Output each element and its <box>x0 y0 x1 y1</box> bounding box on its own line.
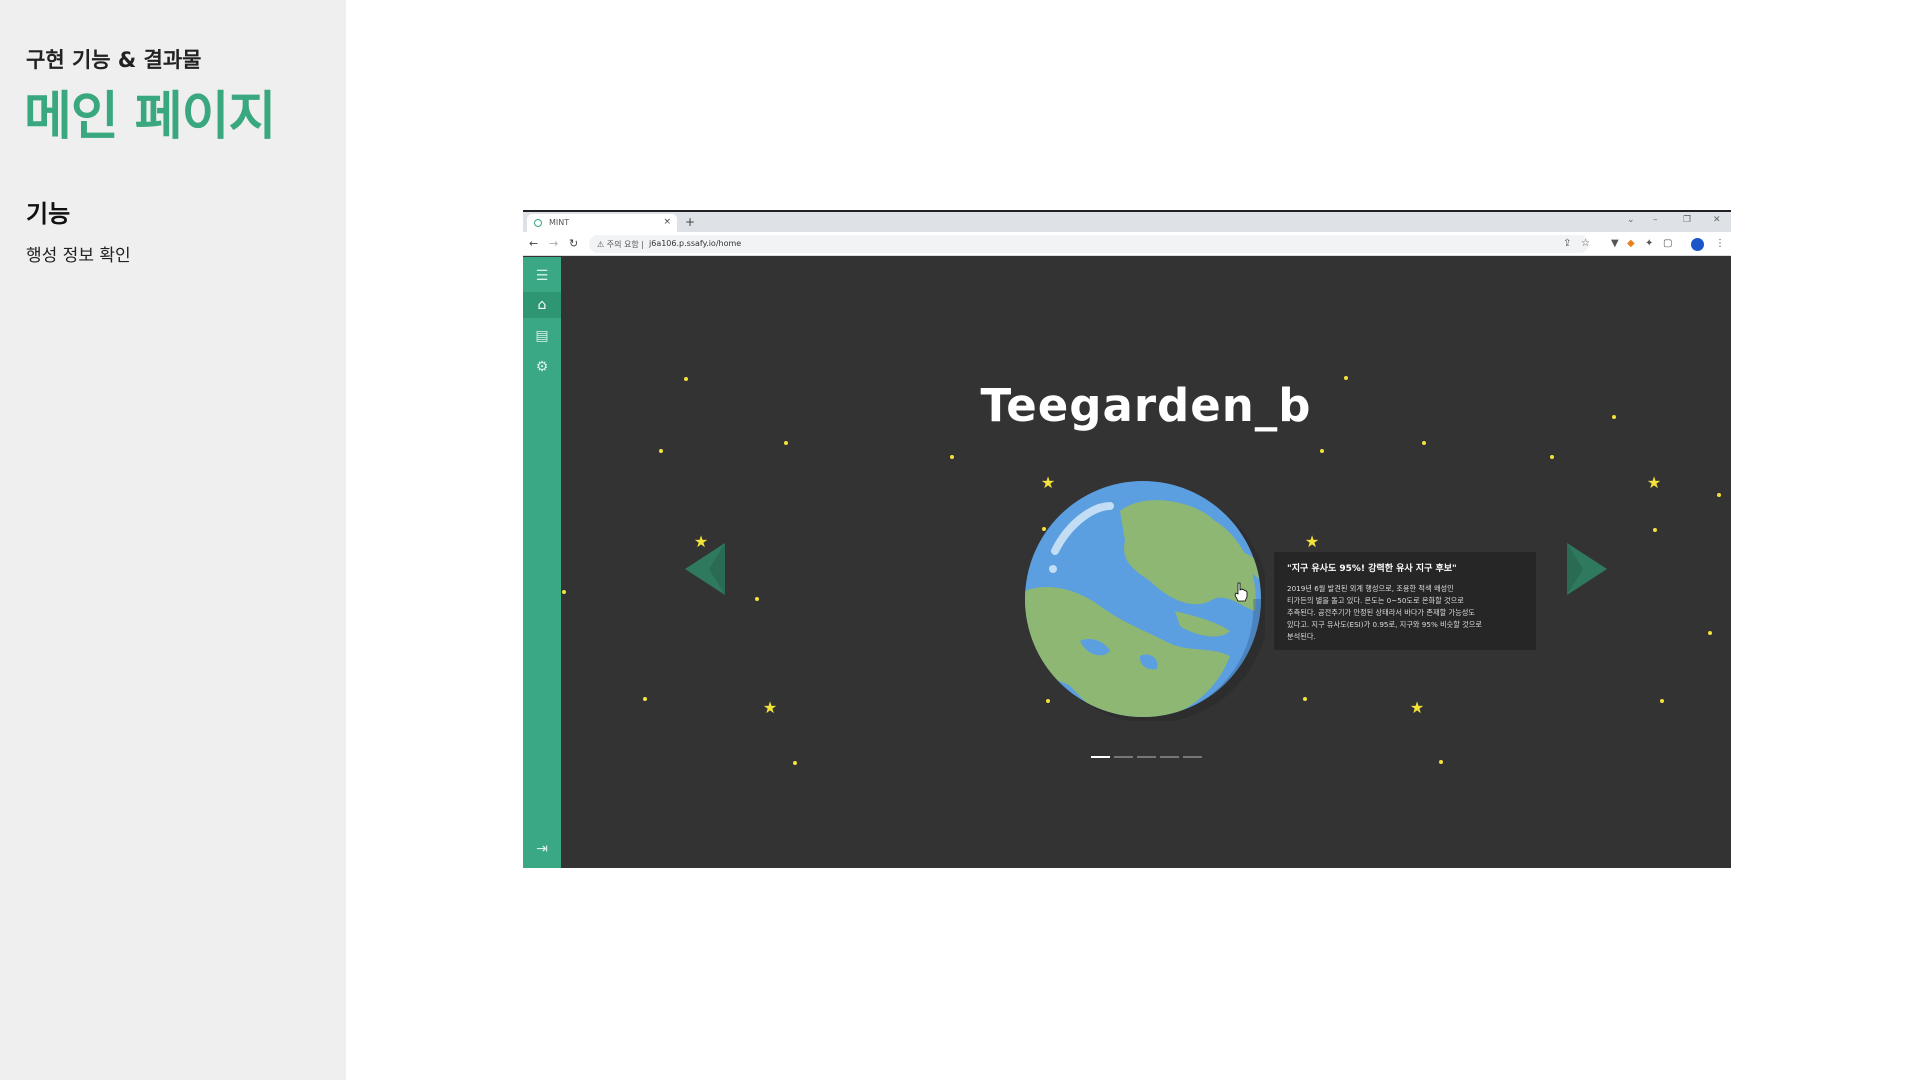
close-window-button[interactable]: ✕ <box>1713 215 1721 225</box>
share-icon[interactable]: ⇪ <box>1563 238 1571 249</box>
svg-text:★: ★ <box>763 698 777 717</box>
security-warning-label: 주의 요함 <box>606 240 639 249</box>
planet-globe[interactable] <box>1025 481 1265 721</box>
feature-heading: 기능 <box>26 200 71 228</box>
app-sidebar: ☰ ⌂ ▤ ⚙ ⇥ <box>523 257 561 868</box>
logout-icon[interactable]: ⇥ <box>533 840 551 858</box>
slide-title: 메인 페이지 <box>24 87 276 147</box>
next-planet-arrow[interactable] <box>1565 541 1609 597</box>
url-text: j6a106.p.ssafy.io/home <box>649 239 742 248</box>
minimize-button[interactable]: – <box>1653 215 1658 225</box>
planet-info-line: 있다고. 지구 유사도(ESI)가 0.95로, 지구와 95% 비슷할 것으로 <box>1287 620 1483 629</box>
carousel-dot[interactable] <box>1091 756 1110 758</box>
svg-text:★: ★ <box>1647 473 1661 492</box>
mint-app: ☰ ⌂ ▤ ⚙ ⇥ ★ ★ ★ ★ ★ ★ Teegarden_b "지구 유사… <box>523 257 1731 868</box>
planet-info-line: 분석된다. <box>1287 632 1316 641</box>
planet-name: Teegarden_b <box>980 379 1312 432</box>
planet-info-line: 티가든의 별을 돌고 있다. 온도는 0~50도로 온화할 것으로 <box>1287 596 1464 605</box>
tab-search-icon[interactable]: ⌄ <box>1627 215 1635 225</box>
puzzle-extensions-icon[interactable]: ✦ <box>1645 238 1653 249</box>
new-tab-button[interactable]: + <box>685 215 695 229</box>
svg-text:★: ★ <box>1305 532 1319 551</box>
planet-stage: ★★★ ★★★ ★ Teegarden_b <box>561 257 1731 868</box>
carousel-dot[interactable] <box>1114 756 1133 758</box>
filter-extension-icon[interactable]: ▼ <box>1611 238 1619 249</box>
carousel-dot[interactable] <box>1160 756 1179 758</box>
svg-text:★: ★ <box>1410 698 1424 717</box>
document-icon[interactable]: ▤ <box>533 327 551 345</box>
planet-info-line: 추측된다. 공전주기가 안정된 상태라서 바다가 존재할 가능성도 <box>1287 608 1475 617</box>
carousel-indicator <box>1091 743 1206 762</box>
favicon-icon <box>534 219 542 227</box>
hand-cursor-icon <box>1234 582 1248 602</box>
planet-info-body: 2019년 6월 발견된 외계 행성으로, 조용한 적색 왜성인 티가든의 별을… <box>1287 583 1527 643</box>
gear-icon[interactable]: ⚙ <box>533 358 551 376</box>
sidepanel-icon[interactable]: ▢ <box>1663 238 1672 249</box>
browser-tab[interactable]: MINT × <box>527 214 677 232</box>
carousel-dot[interactable] <box>1183 756 1202 758</box>
planet-info-line: 2019년 6월 발견된 외계 행성으로, 조용한 적색 왜성인 <box>1287 584 1454 593</box>
more-menu-icon[interactable]: ⋮ <box>1715 238 1725 249</box>
tab-title: MINT <box>549 218 570 227</box>
url-field[interactable]: ⚠ 주의 요함 | j6a106.p.ssafy.io/home <box>589 235 1589 253</box>
slide-sidebar: 구현 기능 & 결과물 메인 페이지 기능 행성 정보 확인 <box>0 0 346 1080</box>
menu-icon[interactable]: ☰ <box>533 267 551 285</box>
carousel-dot[interactable] <box>1137 756 1156 758</box>
tab-bar: MINT × + ⌄ – ❐ ✕ <box>523 212 1731 232</box>
slide-subtitle: 구현 기능 & 결과물 <box>26 48 202 72</box>
bookmark-star-icon[interactable]: ☆ <box>1581 238 1590 249</box>
planet-info-title: "지구 유사도 95%! 강력한 유사 지구 후보" <box>1287 564 1457 574</box>
tab-close-icon[interactable]: × <box>663 217 671 227</box>
restore-button[interactable]: ❐ <box>1683 215 1691 225</box>
planet-info-card: "지구 유사도 95%! 강력한 유사 지구 후보" 2019년 6월 발견된 … <box>1274 552 1536 650</box>
address-bar: ← → ↻ ⚠ 주의 요함 | j6a106.p.ssafy.io/home ⇪… <box>523 232 1731 256</box>
forward-arrow-icon[interactable]: → <box>549 237 558 250</box>
back-arrow-icon[interactable]: ← <box>529 237 538 250</box>
browser-window: MINT × + ⌄ – ❐ ✕ ← → ↻ ⚠ 주의 요함 | j6a106.… <box>523 210 1731 868</box>
profile-avatar[interactable] <box>1691 238 1704 251</box>
home-icon[interactable]: ⌂ <box>533 296 551 314</box>
fox-extension-icon[interactable]: ◆ <box>1627 238 1635 249</box>
reload-icon[interactable]: ↻ <box>569 237 578 250</box>
feature-description: 행성 정보 확인 <box>26 246 131 266</box>
prev-planet-arrow[interactable] <box>683 541 727 597</box>
security-warning[interactable]: ⚠ 주의 요함 | <box>597 239 644 250</box>
